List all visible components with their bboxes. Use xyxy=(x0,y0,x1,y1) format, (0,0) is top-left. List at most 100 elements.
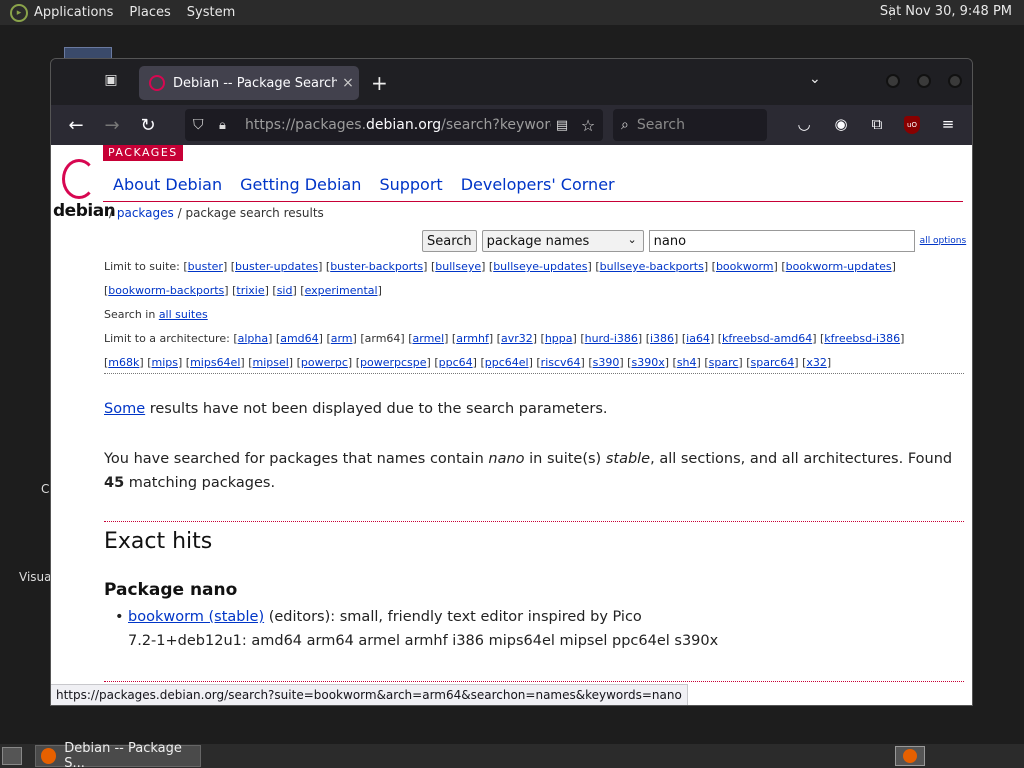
nav-developers-corner[interactable]: Developers' Corner xyxy=(461,175,615,194)
filter-label: Limit to suite: xyxy=(104,260,184,273)
breadcrumb-packages[interactable]: packages xyxy=(117,206,174,220)
filter-option-bullseye[interactable]: bullseye xyxy=(435,260,481,273)
filter-option-bullseye-backports[interactable]: bullseye-backports xyxy=(600,260,704,273)
account-icon[interactable]: ◉ xyxy=(831,115,851,133)
filter-option-m68k[interactable]: m68k xyxy=(108,356,139,369)
filter-option-s390[interactable]: s390 xyxy=(593,356,620,369)
filter-option: [buster-updates] xyxy=(230,260,326,273)
new-tab-button[interactable]: + xyxy=(371,71,388,95)
filter-option-kfreebsd-i386[interactable]: kfreebsd-i386 xyxy=(824,332,900,345)
filter-option-mipsel[interactable]: mipsel xyxy=(252,356,288,369)
show-desktop-button[interactable] xyxy=(2,747,22,765)
filter-option-hppa[interactable]: hppa xyxy=(545,332,573,345)
filter-option: [mips64el] xyxy=(185,356,249,369)
search-input[interactable]: ⌕ Search xyxy=(613,109,767,141)
filter-option-sid[interactable]: sid xyxy=(277,284,293,297)
forward-arrow-icon[interactable]: → xyxy=(101,115,123,136)
bookmark-star-icon[interactable]: ☆ xyxy=(573,116,603,135)
lock-icon[interactable]: 🔒︎ xyxy=(219,118,233,133)
extensions-icon[interactable]: ⧉ xyxy=(867,115,887,133)
filter-option-mips64el[interactable]: mips64el xyxy=(190,356,240,369)
back-arrow-icon[interactable]: ← xyxy=(65,115,87,136)
filter-option-bullseye-updates[interactable]: bullseye-updates xyxy=(493,260,587,273)
url-domain: debian.org xyxy=(366,117,442,133)
minimize-button[interactable] xyxy=(886,74,900,88)
firefox-view-icon[interactable]: ▣ xyxy=(101,72,121,92)
filter-option: [hurd-i386] xyxy=(580,332,646,345)
filter-option-ia64[interactable]: ia64 xyxy=(686,332,710,345)
filter-option-avr32[interactable]: avr32 xyxy=(501,332,533,345)
filter-option: [bullseye-backports] xyxy=(595,260,712,273)
filter-option-hurd-i386[interactable]: hurd-i386 xyxy=(585,332,638,345)
nav-getting-debian[interactable]: Getting Debian xyxy=(240,175,361,194)
tab-debian[interactable]: Debian -- Package Search R × xyxy=(139,66,359,100)
filter-option: [ppc64el] xyxy=(480,356,537,369)
url-bar[interactable]: ⛉ 🔒︎ https://packages.debian.org/search?… xyxy=(185,109,603,141)
package-link[interactable]: bookworm (stable) xyxy=(128,609,264,625)
close-tab-icon[interactable]: × xyxy=(337,75,359,91)
search-type-select[interactable]: package names ⌄ xyxy=(481,230,644,252)
some-link[interactable]: Some xyxy=(104,401,145,417)
taskbar-window-button[interactable]: Debian -- Package S... xyxy=(35,741,201,768)
filter-option-sh4[interactable]: sh4 xyxy=(677,356,697,369)
filter-option-armhf[interactable]: armhf xyxy=(456,332,489,345)
workspace-switcher[interactable] xyxy=(895,746,925,766)
filter-option: [bookworm-updates] xyxy=(781,260,896,273)
filter-option-sparc64[interactable]: sparc64 xyxy=(751,356,795,369)
filter-option-alpha[interactable]: alpha xyxy=(238,332,269,345)
pocket-icon[interactable]: ◡ xyxy=(794,115,814,133)
filter-option-bookworm-updates[interactable]: bookworm-updates xyxy=(786,260,892,273)
filter-option: [armel] xyxy=(408,332,452,345)
close-window-button[interactable] xyxy=(948,74,962,88)
all-options-link[interactable]: all options xyxy=(920,236,967,246)
chevron-down-icon[interactable]: ⌄ xyxy=(809,71,821,87)
search-button[interactable]: Search xyxy=(422,230,477,252)
reader-view-icon[interactable]: ▤ xyxy=(551,118,573,133)
filter-option-buster[interactable]: buster xyxy=(188,260,223,273)
filter-option-bookworm-backports[interactable]: bookworm-backports xyxy=(108,284,224,297)
filter-option-powerpc[interactable]: powerpc xyxy=(301,356,348,369)
top-nav: About Debian Getting Debian Support Deve… xyxy=(113,175,615,194)
url-text[interactable]: https://packages.debian.org/search?keywo… xyxy=(245,117,551,133)
filter-option-ppc64el[interactable]: ppc64el xyxy=(485,356,529,369)
keyword-input[interactable] xyxy=(648,230,915,252)
filter-option-mips[interactable]: mips xyxy=(151,356,178,369)
filter-option-buster-backports[interactable]: buster-backports xyxy=(330,260,423,273)
ublock-icon[interactable]: uO xyxy=(904,116,920,134)
filter-option: [experimental] xyxy=(300,284,382,297)
filter-option-riscv64[interactable]: riscv64 xyxy=(541,356,581,369)
shield-icon[interactable]: ⛉ xyxy=(193,117,209,133)
menu-logo-icon[interactable]: ▸ xyxy=(10,3,28,22)
hamburger-menu-icon[interactable]: ≡ xyxy=(938,115,958,133)
filter-option-bookworm[interactable]: bookworm xyxy=(716,260,774,273)
nav-support[interactable]: Support xyxy=(379,175,442,194)
filter-option-ppc64[interactable]: ppc64 xyxy=(439,356,473,369)
filter-option-s390x[interactable]: s390x xyxy=(631,356,664,369)
filter-option-powerpcspe[interactable]: powerpcspe xyxy=(360,356,427,369)
filter-option-amd64[interactable]: amd64 xyxy=(280,332,318,345)
filter-option-arm[interactable]: arm xyxy=(331,332,353,345)
packages-tag[interactable]: PACKAGES xyxy=(103,145,183,161)
filter-option: [powerpc] xyxy=(296,356,356,369)
all-suites-link[interactable]: all suites xyxy=(159,308,208,321)
system-menu[interactable]: System xyxy=(187,5,235,20)
filter-option-kfreebsd-amd64[interactable]: kfreebsd-amd64 xyxy=(722,332,812,345)
filter-option-trixie[interactable]: trixie xyxy=(236,284,264,297)
debian-logo[interactable]: debian xyxy=(53,159,116,221)
maximize-button[interactable] xyxy=(917,74,931,88)
applications-menu[interactable]: Applications xyxy=(34,5,113,20)
desktop-label[interactable]: C xyxy=(41,482,49,496)
desktop-label[interactable]: Visua xyxy=(19,570,52,584)
filter-option-x32[interactable]: x32 xyxy=(806,356,827,369)
filter-option-i386[interactable]: i386 xyxy=(650,332,674,345)
filter-option-armel[interactable]: armel xyxy=(413,332,445,345)
filter-option: [sparc] xyxy=(704,356,747,369)
reload-icon[interactable]: ↻ xyxy=(137,115,159,136)
nav-about-debian[interactable]: About Debian xyxy=(113,175,222,194)
filter-option-sparc[interactable]: sparc xyxy=(709,356,739,369)
clock[interactable]: Sat Nov 30, 9:48 PM xyxy=(880,4,1012,19)
places-menu[interactable]: Places xyxy=(129,5,170,20)
filter-option: [ia64] xyxy=(681,332,718,345)
filter-option-experimental[interactable]: experimental xyxy=(305,284,378,297)
filter-option-buster-updates[interactable]: buster-updates xyxy=(235,260,318,273)
